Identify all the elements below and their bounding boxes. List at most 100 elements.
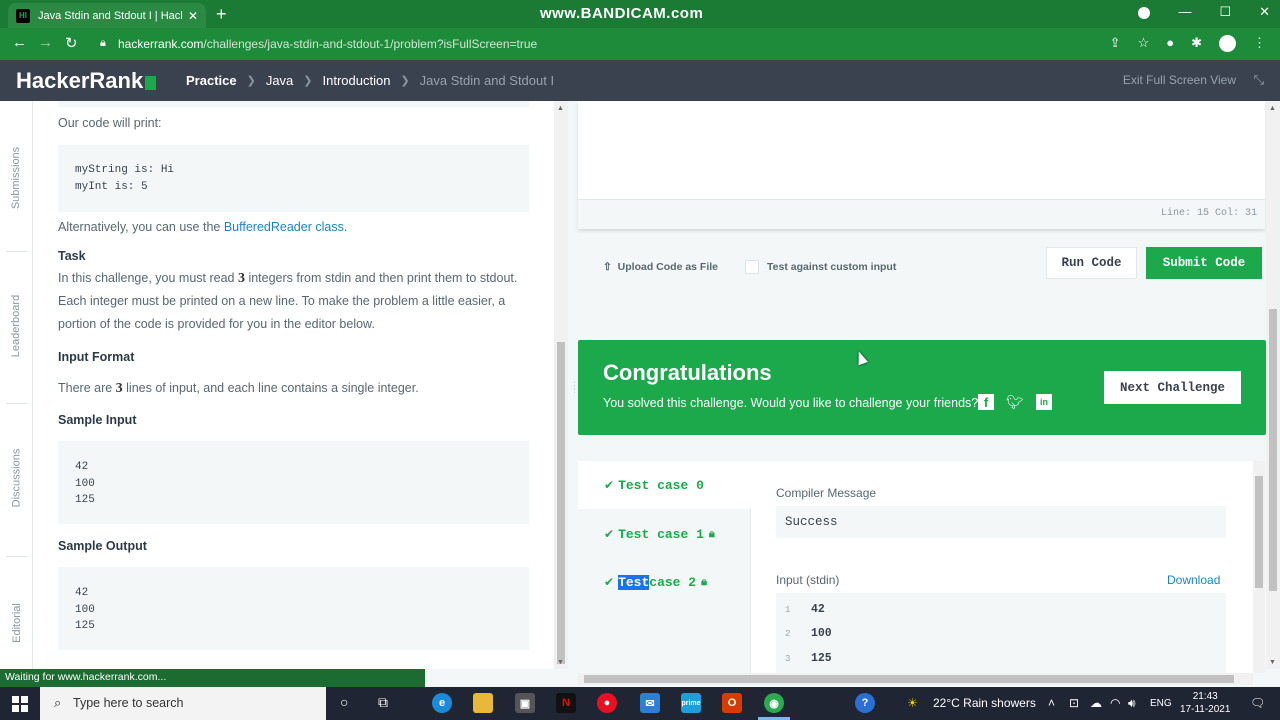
show-hidden-icons-icon[interactable]: ˄ xyxy=(1048,696,1055,710)
mail-icon[interactable]: ✉ xyxy=(640,693,660,713)
line-number: 1 xyxy=(785,605,791,615)
weather-icon[interactable]: ☀ xyxy=(907,696,918,710)
profile-menu-icon[interactable] xyxy=(1138,7,1151,19)
nav-editorial[interactable]: Editorial xyxy=(0,583,33,663)
next-challenge-button[interactable]: Next Challenge xyxy=(1104,371,1241,404)
upload-code-button[interactable]: ⇧ Upload Code as File xyxy=(603,261,718,273)
check-circle-icon: ✔ xyxy=(604,478,615,492)
chrome-icon[interactable]: ◉ xyxy=(764,693,784,713)
browser-tab[interactable]: HI Java Stdin and Stdout I | HackerRank … xyxy=(8,3,206,28)
congratulations-banner: Congratulations You solved this challeng… xyxy=(578,340,1266,435)
lock-icon: 🔒︎ xyxy=(708,527,715,540)
problem-scrollbar[interactable]: ▲ ▼ xyxy=(554,101,568,669)
test-case-tab-0[interactable]: ✔ Test case 0 xyxy=(578,461,752,509)
windows-taskbar: ⌕ Type here to search ○ ⧉ e ▣ N ● ✉ prim… xyxy=(0,687,1280,720)
system-clock[interactable]: 21:43 17-11-2021 xyxy=(1180,690,1230,716)
bandicam-icon[interactable]: ● xyxy=(597,693,617,713)
nav-discussions[interactable]: Discussions xyxy=(0,433,33,523)
tray-app-icon[interactable]: ⊡ xyxy=(1069,696,1079,710)
nav-submissions[interactable]: Submissions xyxy=(0,133,33,223)
clock-time: 21:43 xyxy=(1192,691,1218,702)
run-code-button[interactable]: Run Code xyxy=(1046,247,1137,279)
congrats-title: Congratulations xyxy=(603,360,772,385)
close-tab-icon[interactable]: ✕ xyxy=(188,9,198,23)
test-case-label: Test case 1 xyxy=(618,526,704,542)
netflix-icon[interactable]: N xyxy=(556,693,576,713)
scroll-down-icon[interactable]: ▼ xyxy=(1269,659,1276,666)
facebook-icon[interactable]: f xyxy=(978,394,994,410)
file-explorer-icon[interactable] xyxy=(473,693,493,713)
code-editor[interactable]: Line: 15 Col: 31 xyxy=(578,101,1265,229)
page-scrollbar[interactable]: ▲ ▼ xyxy=(1266,101,1280,669)
scroll-up-icon[interactable]: ▲ xyxy=(1269,105,1276,112)
custom-input-checkbox[interactable] xyxy=(745,260,759,274)
nav-divider xyxy=(6,251,27,252)
scrollbar-thumb[interactable] xyxy=(1255,476,1263,588)
breadcrumb-introduction[interactable]: Introduction xyxy=(323,73,391,88)
scrollbar-thumb[interactable] xyxy=(557,342,565,664)
store-icon[interactable]: ▣ xyxy=(515,693,535,713)
lock-icon[interactable]: 🔒︎ xyxy=(100,37,106,50)
taskbar-search[interactable]: ⌕ Type here to search xyxy=(40,687,326,720)
results-horizontal-scrollbar[interactable] xyxy=(578,673,1253,685)
exit-fullscreen-link[interactable]: Exit Full Screen View xyxy=(1123,73,1236,87)
download-link[interactable]: Download xyxy=(1167,573,1220,587)
problem-statement: Our code will print: myString is: Hi myI… xyxy=(33,101,554,669)
nav-leaderboard[interactable]: Leaderboard xyxy=(0,281,33,371)
breadcrumb-current: Java Stdin and Stdout I xyxy=(419,73,555,88)
profile-avatar-icon[interactable] xyxy=(1219,35,1236,52)
exit-fullscreen-icon[interactable]: ⤡ xyxy=(1254,72,1264,88)
clock-date: 17-11-2021 xyxy=(1180,704,1231,715)
wifi-icon[interactable]: ◠ xyxy=(1110,696,1120,710)
extensions-puzzle-icon[interactable]: ✱ xyxy=(1191,35,1202,52)
results-scrollbar[interactable] xyxy=(1253,461,1265,673)
scroll-down-icon[interactable]: ▼ xyxy=(557,659,564,666)
input-number: 3 xyxy=(115,381,123,396)
close-window-icon[interactable]: ✕ xyxy=(1259,4,1270,20)
help-icon[interactable]: ? xyxy=(855,693,875,713)
share-icon[interactable]: ⇪ xyxy=(1110,35,1121,52)
cortana-icon[interactable]: ○ xyxy=(340,694,348,710)
browser-menu-icon[interactable]: ⋮ xyxy=(1253,35,1266,52)
onedrive-icon[interactable]: ☁ xyxy=(1090,696,1102,710)
forward-icon[interactable]: → xyxy=(38,34,53,51)
volume-icon[interactable]: 🔊︎ xyxy=(1128,696,1136,711)
weather-text[interactable]: 22°C Rain showers xyxy=(933,696,1036,710)
office-icon[interactable]: O xyxy=(722,693,742,713)
submit-code-button[interactable]: Submit Code xyxy=(1146,247,1262,279)
chevron-right-icon: ❯ xyxy=(246,75,256,87)
scrollbar-thumb[interactable] xyxy=(584,675,1234,683)
maximize-icon[interactable]: ☐ xyxy=(1219,4,1231,20)
upload-icon: ⇧ xyxy=(603,261,612,273)
linkedin-icon[interactable]: in xyxy=(1036,394,1052,410)
test-case-tab-1[interactable]: ✔ Test case 1 🔒︎ xyxy=(578,510,751,558)
sample-output-heading: Sample Output xyxy=(58,539,147,553)
bufferedreader-link[interactable]: BufferedReader class xyxy=(224,220,344,234)
prime-video-icon[interactable]: prime xyxy=(681,693,701,713)
back-icon[interactable]: ← xyxy=(12,34,27,51)
reload-icon[interactable]: ↻ xyxy=(65,34,78,52)
hackerrank-logo[interactable]: HackerRank xyxy=(16,68,157,94)
scrollbar-thumb[interactable] xyxy=(1269,309,1277,591)
edge-icon[interactable]: e xyxy=(432,693,452,713)
scroll-up-icon[interactable]: ▲ xyxy=(557,105,564,112)
test-case-tab-2[interactable]: ✔ Test case 2 🔒︎ xyxy=(578,558,751,606)
notifications-icon[interactable]: 🗨︎ xyxy=(1250,696,1265,710)
cookie-extension-icon[interactable]: ● xyxy=(1166,35,1174,52)
task-view-icon[interactable]: ⧉ xyxy=(378,694,388,711)
windows-start-icon[interactable] xyxy=(12,696,28,712)
new-tab-icon[interactable]: + xyxy=(216,4,227,25)
alternative-text: Alternatively, you can use the BufferedR… xyxy=(58,216,518,239)
breadcrumb-java[interactable]: Java xyxy=(266,73,293,88)
custom-input-label[interactable]: Test against custom input xyxy=(767,261,896,273)
url-field[interactable]: hackerrank.com/challenges/java-stdin-and… xyxy=(118,37,537,51)
congrats-subtitle: You solved this challenge. Would you lik… xyxy=(603,396,979,410)
twitter-icon[interactable]: 🐦︎ xyxy=(1006,394,1024,410)
breadcrumb-practice[interactable]: Practice xyxy=(186,73,237,88)
language-indicator[interactable]: ENG xyxy=(1150,698,1172,709)
check-circle-icon: ✔ xyxy=(604,575,615,589)
logo-text: HackerRank xyxy=(16,68,144,93)
bookmark-star-icon[interactable]: ☆ xyxy=(1138,35,1150,52)
pane-resize-handle[interactable]: ⋮ ⋮ xyxy=(570,381,579,407)
minimize-icon[interactable]: — xyxy=(1178,4,1191,20)
